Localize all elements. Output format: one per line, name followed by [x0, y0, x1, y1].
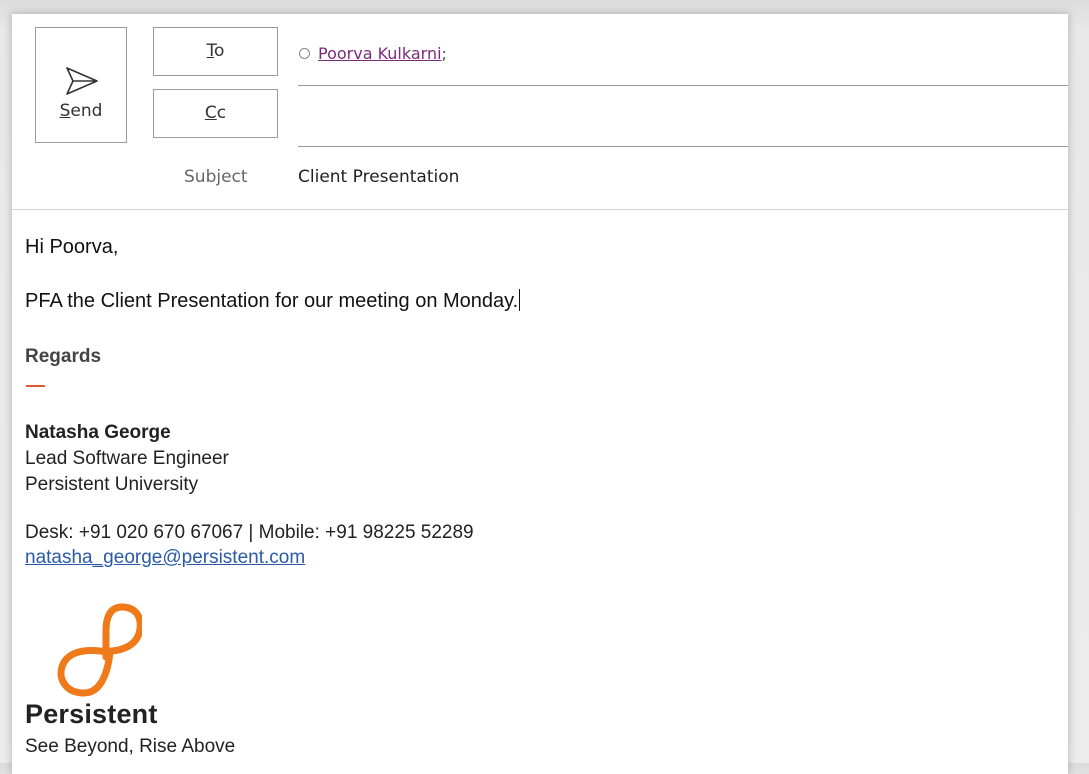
text-caret [519, 289, 521, 311]
signature-divider [26, 385, 45, 387]
signature-phone: Desk: +91 020 670 67067 | Mobile: +91 98… [25, 522, 474, 543]
to-label: To [206, 41, 225, 61]
signature-email-link[interactable]: natasha_george@persistent.com [25, 547, 305, 569]
logo-wordmark: Persistent [25, 699, 158, 729]
to-button[interactable]: To [153, 27, 278, 76]
message-line: PFA the Client Presentation for our meet… [25, 289, 521, 313]
signature-organization: Persistent University [25, 474, 199, 495]
compose-window: Send To Cc Poorva Kulkarni ; Subject Cli… [12, 14, 1068, 774]
cc-button[interactable]: Cc [153, 89, 278, 138]
signature-closing: Regards [25, 346, 102, 367]
send-label: Send [59, 101, 103, 121]
greeting-text: Hi Poorva, [25, 236, 119, 258]
persistent-logo-icon [57, 603, 142, 697]
subject-input[interactable]: Client Presentation [298, 167, 459, 187]
compose-header: Send To Cc Poorva Kulkarni ; Subject Cli… [12, 14, 1068, 210]
message-text: PFA the Client Presentation for our meet… [25, 290, 519, 312]
recipient-chip[interactable]: Poorva Kulkarni [318, 44, 442, 63]
signature-name: Natasha George [25, 422, 171, 443]
send-button[interactable]: Send [35, 27, 127, 143]
logo-tagline: See Beyond, Rise Above [25, 736, 236, 757]
to-field[interactable]: Poorva Kulkarni ; [299, 42, 447, 64]
to-field-underline [298, 85, 1068, 86]
presence-circle-icon [299, 47, 310, 59]
signature-title: Lead Software Engineer [25, 448, 229, 469]
send-icon [66, 67, 98, 95]
recipient-separator: ; [441, 43, 447, 63]
cc-label: Cc [204, 103, 227, 123]
subject-label: Subject [184, 167, 248, 187]
cc-field-underline[interactable] [298, 146, 1068, 147]
